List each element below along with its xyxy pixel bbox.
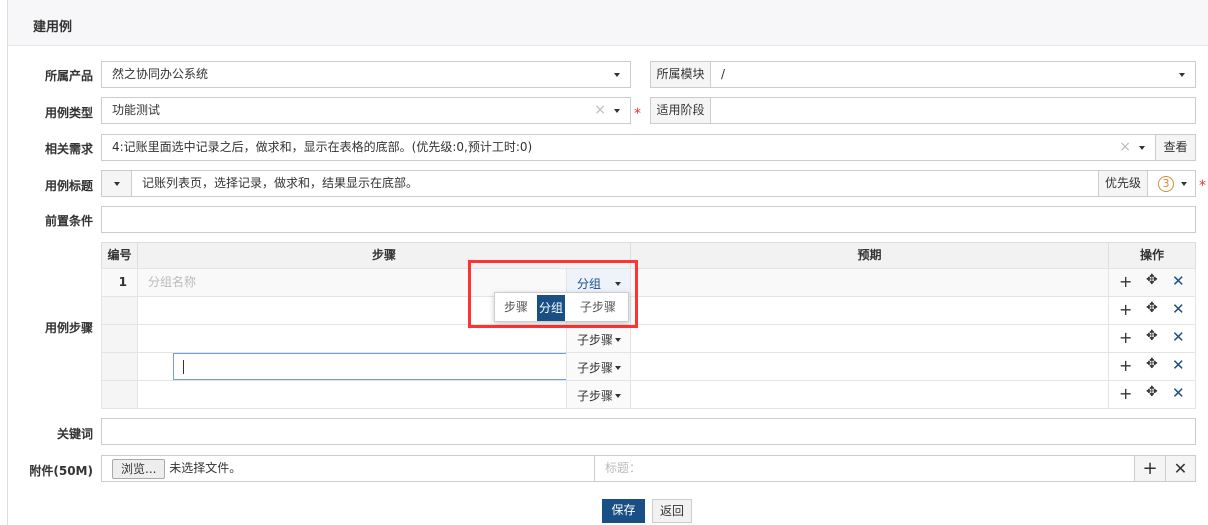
add-step-icon[interactable]: + (1119, 300, 1132, 319)
module-select[interactable]: / (710, 61, 1196, 88)
col-expect: 预期 (630, 242, 1109, 269)
no-file-text: 未选择文件。 (169, 461, 242, 475)
col-actions: 操作 (1108, 242, 1196, 269)
title-template-dropdown[interactable] (101, 170, 132, 197)
move-step-icon[interactable]: ✥ (1146, 272, 1158, 288)
page-header: 建用例 (7, 0, 1208, 46)
browse-button[interactable]: 浏览... (112, 458, 166, 479)
step-type-dropdown[interactable]: 子步骤 (566, 324, 631, 353)
step-actions: + ✥ ✕ (1108, 268, 1196, 297)
step-type-value: 子步骤 (577, 361, 614, 375)
precondition-label: 前置条件 (44, 214, 93, 228)
page-title: 建用例 (33, 20, 73, 35)
files-label: 附件(50M) (29, 464, 93, 478)
step-expect[interactable] (630, 380, 1109, 409)
keywords-input[interactable] (101, 418, 1196, 445)
menu-item-substep[interactable]: 子步骤 (567, 293, 629, 321)
text-cursor (183, 360, 184, 374)
save-button[interactable]: 保存 (602, 499, 645, 523)
step-expect[interactable] (630, 268, 1109, 297)
menu-item-step[interactable]: 步骤 (495, 293, 537, 321)
stage-label: 适用阶段 (650, 97, 711, 124)
step-type-menu: 步骤 分组 子步骤 (494, 292, 629, 322)
step-desc-input-focused[interactable] (173, 353, 567, 380)
step-actions: + ✥ ✕ (1108, 296, 1196, 325)
product-value: 然之协同办公系统 (112, 67, 209, 81)
delete-step-icon[interactable]: ✕ (1172, 356, 1185, 374)
step-number: 1 (118, 275, 127, 289)
add-step-icon[interactable]: + (1119, 356, 1132, 375)
file-title-input[interactable]: 标题： (594, 455, 1135, 482)
chevron-down-icon (1179, 73, 1185, 77)
story-label: 相关需求 (44, 142, 93, 156)
type-value: 功能测试 (112, 103, 161, 117)
title-input[interactable]: 记账列表页，选择记录，做求和，结果显示在底部。 (131, 170, 1099, 197)
step-expect[interactable] (630, 296, 1109, 325)
chevron-down-icon (114, 182, 120, 186)
move-step-icon[interactable]: ✥ (1146, 328, 1158, 344)
menu-item-group[interactable]: 分组 (537, 295, 565, 321)
add-file-button[interactable]: + (1134, 455, 1166, 482)
priority-select[interactable]: 3 (1147, 170, 1196, 197)
step-type-value: 子步骤 (577, 333, 614, 347)
clear-icon[interactable]: × (1119, 135, 1131, 160)
step-type-value: 子步骤 (577, 389, 614, 403)
delete-step-icon[interactable]: ✕ (1172, 384, 1185, 402)
keywords-label: 关键词 (56, 427, 93, 441)
view-story-button[interactable]: 查看 (1155, 134, 1196, 161)
row-indent (101, 324, 138, 353)
move-step-icon[interactable]: ✥ (1146, 356, 1158, 372)
col-num: 编号 (101, 242, 138, 269)
type-select[interactable]: 功能测试 × (101, 97, 631, 124)
step-desc[interactable] (137, 324, 567, 353)
priority-label: 优先级 (1098, 170, 1148, 197)
chevron-down-icon (614, 73, 620, 77)
row-indent (101, 296, 138, 325)
module-value: / (721, 67, 726, 81)
required-star: * (1199, 178, 1206, 194)
title-label: 用例标题 (44, 179, 93, 193)
chevron-down-icon (614, 109, 620, 113)
row-indent (101, 352, 138, 381)
back-button[interactable]: 返回 (652, 499, 692, 523)
step-type-dropdown[interactable]: 子步骤 (566, 380, 631, 409)
file-input[interactable]: 浏览... 未选择文件。 (101, 455, 595, 482)
step-actions: + ✥ ✕ (1108, 352, 1196, 381)
step-actions: + ✥ ✕ (1108, 380, 1196, 409)
add-step-icon[interactable]: + (1119, 272, 1132, 291)
delete-step-icon[interactable]: ✕ (1172, 272, 1185, 290)
story-select[interactable]: 4:记账里面选中记录之后，做求和，显示在表格的底部。(优先级:0,预计工时:0)… (101, 134, 1156, 161)
group-name-placeholder: 分组名称 (148, 275, 197, 289)
chevron-down-icon (615, 394, 621, 398)
move-step-icon[interactable]: ✥ (1146, 384, 1158, 400)
priority-badge: 3 (1158, 175, 1174, 192)
remove-file-button[interactable]: ✕ (1165, 455, 1196, 482)
product-label: 所属产品 (44, 69, 93, 83)
chevron-down-icon (1181, 182, 1187, 186)
story-value: 4:记账里面选中记录之后，做求和，显示在表格的底部。(优先级:0,预计工时:0) (112, 140, 533, 154)
precondition-textarea[interactable] (101, 206, 1196, 233)
step-type-dropdown[interactable]: 子步骤 (566, 352, 631, 381)
type-label: 用例类型 (44, 106, 93, 120)
move-step-icon[interactable]: ✥ (1146, 300, 1158, 316)
delete-step-icon[interactable]: ✕ (1172, 328, 1185, 346)
clear-icon[interactable]: × (594, 98, 606, 123)
step-actions: + ✥ ✕ (1108, 324, 1196, 353)
delete-step-icon[interactable]: ✕ (1172, 300, 1185, 318)
row-indent (101, 380, 138, 409)
chevron-down-icon (1139, 146, 1145, 150)
product-select[interactable]: 然之协同办公系统 (101, 61, 631, 88)
chevron-down-icon (615, 366, 621, 370)
add-step-icon[interactable]: + (1119, 384, 1132, 403)
stage-select[interactable] (710, 97, 1196, 124)
module-label: 所属模块 (650, 61, 711, 88)
row-num: 1 (101, 268, 138, 297)
required-star: * (634, 106, 641, 122)
chevron-down-icon (615, 338, 621, 342)
step-expect[interactable] (630, 352, 1109, 381)
step-expect[interactable] (630, 324, 1109, 353)
step-desc[interactable] (137, 380, 567, 409)
steps-label: 用例步骤 (44, 321, 93, 335)
add-step-icon[interactable]: + (1119, 328, 1132, 347)
